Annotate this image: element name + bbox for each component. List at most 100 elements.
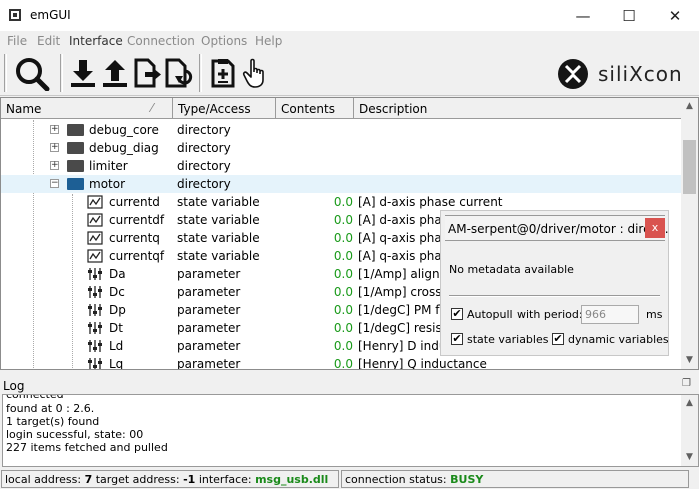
waveform-icon <box>87 231 103 245</box>
scroll-thumb[interactable] <box>683 140 696 194</box>
target-address-value: -1 <box>183 473 196 486</box>
column-header-name[interactable]: Name ⁄ <box>1 98 173 119</box>
row-type: state variable <box>177 231 260 245</box>
row-type: parameter <box>177 321 241 335</box>
collapse-icon[interactable]: − <box>50 179 59 188</box>
open-folder-icon <box>67 178 84 190</box>
row-name: currentdf <box>109 213 165 227</box>
column-header-type[interactable]: Type/Access <box>173 98 276 119</box>
add-document-button[interactable] <box>208 57 238 89</box>
toolbar: siliXcon <box>0 50 699 96</box>
row-type: parameter <box>177 339 241 353</box>
log-header: Log ❐ <box>0 375 699 394</box>
row-name: motor <box>89 177 126 191</box>
expand-icon[interactable]: + <box>50 143 59 152</box>
row-type: directory <box>177 123 231 137</box>
row-type: directory <box>177 177 231 191</box>
row-name: Dt <box>109 321 123 335</box>
popup-title: AM-serpent@0/driver/motor : direc... <box>448 222 669 236</box>
download-icon <box>71 60 95 87</box>
column-header-description[interactable]: Description <box>354 98 681 119</box>
row-contents: 0.0 <box>333 249 353 263</box>
upload-button[interactable] <box>100 57 130 89</box>
slider-parameter-icon <box>88 304 102 316</box>
silixcon-logo-icon <box>557 58 589 90</box>
export-button[interactable] <box>132 57 162 89</box>
row-contents: 0.0 <box>333 303 353 317</box>
scroll-down-arrow-icon[interactable]: ▼ <box>681 449 698 466</box>
tree-row[interactable]: − motor directory <box>1 175 681 193</box>
row-type: directory <box>177 159 231 173</box>
row-name: Ld <box>109 339 124 353</box>
scroll-down-arrow-icon[interactable]: ▼ <box>681 352 698 369</box>
row-type: parameter <box>177 357 241 370</box>
tree-row[interactable]: Lq parameter 0.0 [Henry] Q inductance <box>1 355 681 370</box>
search-button[interactable] <box>14 57 52 92</box>
autopull-checkbox[interactable]: ✔ <box>451 308 463 320</box>
toolbar-separator <box>199 54 202 92</box>
row-contents: 0.0 <box>333 267 353 281</box>
import-button[interactable] <box>163 57 193 89</box>
connection-status: connection status: BUSY <box>341 470 689 488</box>
row-contents: 0.0 <box>333 321 353 335</box>
dynamic-variables-checkbox[interactable]: ✔ <box>552 333 564 345</box>
row-name: limiter <box>89 159 128 173</box>
waveform-icon <box>87 213 103 227</box>
tree-row[interactable]: + debug_diag directory <box>1 139 681 157</box>
row-contents: 0.0 <box>333 285 353 299</box>
sort-indicator-icon: ⁄ <box>151 101 154 115</box>
interface-value: msg_usb.dll <box>255 473 329 486</box>
period-input[interactable]: 966 <box>581 305 639 324</box>
state-variables-checkbox[interactable]: ✔ <box>451 333 463 345</box>
tree-row[interactable]: + debug_core directory <box>1 121 681 139</box>
folder-icon <box>67 124 84 136</box>
menu-help[interactable]: Help <box>255 34 282 48</box>
row-description: [A] d-axis phase current <box>358 195 503 209</box>
row-description: [Henry] Q inductance <box>358 357 487 370</box>
row-contents: 0.0 <box>333 213 353 227</box>
log-panel[interactable]: connected found at 0 : 2.6. 1 target(s) … <box>2 394 699 467</box>
maximize-button[interactable]: ☐ <box>606 0 652 31</box>
scroll-up-arrow-icon[interactable]: ▲ <box>681 395 698 412</box>
app-icon <box>9 9 21 21</box>
minimize-button[interactable]: — <box>560 0 606 31</box>
tree-row[interactable]: + limiter directory <box>1 157 681 175</box>
menu-edit[interactable]: Edit <box>37 34 60 48</box>
brand-logo-text: siliXcon <box>598 62 683 86</box>
slider-parameter-icon <box>88 322 102 334</box>
tree-vertical-scrollbar[interactable]: ▲ ▼ <box>681 98 698 369</box>
export-icon <box>134 58 161 88</box>
row-name: currentq <box>109 231 160 245</box>
tree-row[interactable]: currentd state variable 0.0 [A] d-axis phas… <box>1 193 681 211</box>
popup-divider <box>449 295 660 297</box>
menu-interface[interactable]: Interface <box>69 34 123 48</box>
expand-icon[interactable]: + <box>50 161 59 170</box>
expand-icon[interactable]: + <box>50 125 59 134</box>
menu-connection[interactable]: Connection <box>127 34 195 48</box>
column-header-contents[interactable]: Contents <box>276 98 354 119</box>
row-type: parameter <box>177 303 241 317</box>
row-name: debug_diag <box>89 141 159 155</box>
metadata-popup: AM-serpent@0/driver/motor : direc... x N… <box>440 210 669 356</box>
state-variables-label: state variables <box>467 333 549 346</box>
menu-options[interactable]: Options <box>201 34 247 48</box>
undock-icon[interactable]: ❐ <box>682 378 691 389</box>
close-button[interactable]: ✕ <box>652 0 698 31</box>
address-status: local address: 7 target address: -1 inte… <box>1 470 339 488</box>
row-name: currentd <box>109 195 160 209</box>
menu-file[interactable]: File <box>7 34 27 48</box>
popup-header: AM-serpent@0/driver/motor : direc... x <box>445 215 669 241</box>
period-unit: ms <box>646 308 663 321</box>
hand-pointer-icon <box>242 58 264 88</box>
hand-pointer-button[interactable] <box>240 57 270 89</box>
download-button[interactable] <box>68 57 98 89</box>
folder-icon <box>67 160 84 172</box>
window-title: emGUI <box>30 8 71 22</box>
log-vertical-scrollbar[interactable]: ▲ ▼ <box>681 395 698 466</box>
scroll-up-arrow-icon[interactable]: ▲ <box>681 98 698 115</box>
slider-parameter-icon <box>88 268 102 280</box>
log-line: 1 target(s) found <box>6 415 100 428</box>
popup-close-button[interactable]: x <box>645 218 665 238</box>
import-icon <box>165 58 193 88</box>
menu-bar: File Edit Interface Connection Options H… <box>0 31 699 50</box>
